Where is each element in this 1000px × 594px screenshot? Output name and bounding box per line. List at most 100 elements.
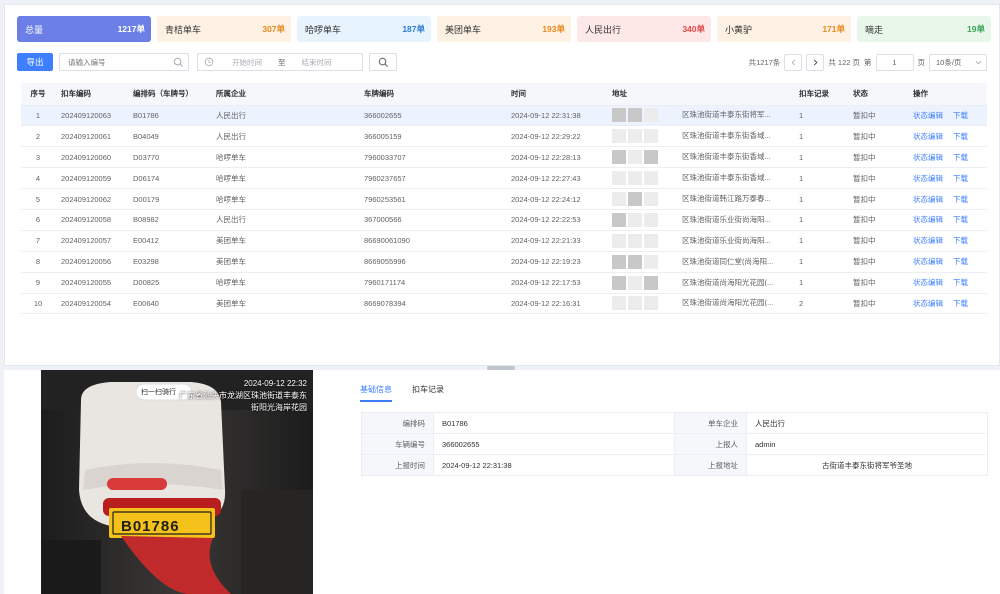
cell-no: 5 <box>21 188 55 210</box>
download-link[interactable]: 下载 <box>953 195 968 204</box>
stamp-address-line1: 广东省汕头市龙湖区珠池街道丰泰东 <box>179 391 307 400</box>
redacted-block <box>612 275 626 290</box>
redacted-block <box>628 212 642 227</box>
cell-record-count: 1 <box>793 272 847 294</box>
search-button[interactable] <box>369 53 397 71</box>
download-link[interactable]: 下载 <box>953 215 968 224</box>
cell-plate: E00412 <box>127 230 210 252</box>
cell-code: 202409120063 <box>55 105 127 127</box>
cell-plate: E00640 <box>127 293 210 315</box>
table-row[interactable]: 10 202409120054 E00640 美团单车 8669078394 2… <box>21 293 987 315</box>
cell-time: 2024-09-12 22:28:13 <box>505 146 606 169</box>
status-edit-link[interactable]: 状态编辑 <box>913 278 943 287</box>
next-page-button[interactable] <box>806 53 825 71</box>
detail-key: 上报时间 <box>361 454 434 476</box>
redacted-block <box>628 171 642 186</box>
cell-bike-code: 7960237657 <box>358 167 505 190</box>
chevron-left-icon <box>791 59 795 65</box>
stat-count: 193单 <box>542 24 565 34</box>
status-edit-link[interactable]: 状态编辑 <box>913 215 943 224</box>
cell-record-count: 1 <box>793 105 847 127</box>
status-edit-link[interactable]: 状态编辑 <box>913 195 943 204</box>
status-edit-link[interactable]: 状态编辑 <box>913 236 943 245</box>
cell-code: 202409120056 <box>55 251 127 273</box>
download-link[interactable]: 下载 <box>953 132 968 141</box>
redacted-block <box>628 129 642 144</box>
cell-actions: 状态编辑 下载 <box>907 105 987 127</box>
date-start[interactable]: 开始时间 <box>232 57 262 68</box>
table-row[interactable]: 3 202409120060 D03770 哈啰单车 7960033707 20… <box>21 146 987 169</box>
cell-time: 2024-09-12 22:16:31 <box>505 293 606 315</box>
tab-basic-info[interactable]: 基础信息 <box>360 384 392 402</box>
cell-bike-code: 7960171174 <box>358 272 505 294</box>
search-box[interactable] <box>59 53 189 71</box>
stat-card[interactable]: 小黄驴 171单 <box>717 16 851 42</box>
search-icon[interactable] <box>173 57 184 68</box>
download-link[interactable]: 下载 <box>953 111 968 120</box>
export-button[interactable]: 导出 <box>17 53 53 71</box>
page-number-input[interactable]: 1 <box>875 53 914 71</box>
address-text: 区珠池街道丰泰东街香域... <box>682 173 771 183</box>
stat-card[interactable]: 哈啰单车 187单 <box>297 16 431 42</box>
stat-count: 187单 <box>402 24 425 34</box>
status-edit-link[interactable]: 状态编辑 <box>913 299 943 308</box>
page-size-select[interactable]: 10条/页 <box>929 53 987 71</box>
table-row[interactable]: 7 202409120057 E00412 美团单车 86690061090 2… <box>21 230 987 252</box>
cell-status: 暂扣中 <box>847 293 907 315</box>
redacted-block <box>628 296 642 311</box>
cell-code: 202409120055 <box>55 272 127 294</box>
cell-bike-code: 7960033707 <box>358 146 505 169</box>
stat-card[interactable]: 美团单车 193单 <box>437 16 571 42</box>
stat-card[interactable]: 总量 1217单 <box>17 16 151 42</box>
status-edit-link[interactable]: 状态编辑 <box>913 111 943 120</box>
date-range-picker[interactable]: 开始时间 至 结束时间 <box>197 53 363 71</box>
stat-label: 总量 <box>25 24 44 35</box>
cell-plate: D06174 <box>127 167 210 190</box>
cell-actions: 状态编辑 下载 <box>907 188 987 210</box>
redacted-block <box>628 192 642 206</box>
cell-plate: E03298 <box>127 251 210 273</box>
cell-record-count: 1 <box>793 167 847 190</box>
vehicle-photo[interactable]: 2024-09-12 22:32 广东省汕头市龙湖区珠池街道丰泰东 街阳光海岸花… <box>41 370 313 594</box>
download-link[interactable]: 下载 <box>953 257 968 266</box>
column-header: 地址 <box>606 83 793 106</box>
stat-count: 340单 <box>682 24 705 34</box>
cell-company: 哈啰单车 <box>210 272 358 294</box>
download-link[interactable]: 下载 <box>953 299 968 308</box>
download-link[interactable]: 下载 <box>953 153 968 162</box>
download-link[interactable]: 下载 <box>953 174 968 183</box>
status-edit-link[interactable]: 状态编辑 <box>913 153 943 162</box>
list-panel: 总量 1217单 青桔单车 307单 哈啰单车 187单 美团单车 193单 人民出行 340单小… <box>4 4 1000 366</box>
cell-plate: B08982 <box>127 209 210 231</box>
date-end[interactable]: 结束时间 <box>302 57 332 68</box>
status-edit-link[interactable]: 状态编辑 <box>913 174 943 183</box>
table-row[interactable]: 9 202409120055 D00825 哈啰单车 7960171174 20… <box>21 272 987 294</box>
redacted-block <box>612 150 626 165</box>
status-edit-link[interactable]: 状态编辑 <box>913 132 943 141</box>
table-row[interactable]: 6 202409120058 B08982 人民出行 367000566 202… <box>21 209 987 231</box>
search-input[interactable] <box>60 54 165 70</box>
address-text: 区珠池街道尚海阳光花园(... <box>682 277 774 287</box>
cell-address: 区珠池街道乐业街尚海阳... <box>606 230 793 252</box>
table-row[interactable]: 8 202409120056 E03298 美团单车 8669055996 20… <box>21 251 987 273</box>
prev-page-button[interactable] <box>784 53 803 71</box>
plate-text: B01786 <box>121 518 180 535</box>
table-row[interactable]: 1 202409120063 B01786 人民出行 366002655 202… <box>21 105 987 127</box>
stat-card[interactable]: 人民出行 340单 <box>577 16 711 42</box>
download-link[interactable]: 下载 <box>953 278 968 287</box>
table-row[interactable]: 4 202409120059 D06174 哈啰单车 7960237657 20… <box>21 167 987 190</box>
download-link[interactable]: 下载 <box>953 236 968 245</box>
table-row[interactable]: 5 202409120062 D00179 哈啰单车 7960253561 20… <box>21 188 987 210</box>
address-text: 区珠池街道丰泰东街将军... <box>682 110 771 120</box>
tab-records[interactable]: 扣车记录 <box>412 384 444 402</box>
redacted-block <box>628 233 642 248</box>
table-row[interactable]: 2 202409120061 B04049 人民出行 366005159 202… <box>21 125 987 148</box>
detail-value: B01786 <box>433 412 675 434</box>
status-edit-link[interactable]: 状态编辑 <box>913 257 943 266</box>
address-text: 区珠池街道乐业街尚海阳... <box>682 214 771 224</box>
stat-card[interactable]: 嘀走 19单 <box>857 16 991 42</box>
cell-status: 暂扣中 <box>847 167 907 190</box>
column-header: 编排码（车牌号） <box>127 83 210 106</box>
stat-card[interactable]: 青桔单车 307单 <box>157 16 291 42</box>
cell-address: 区珠池街道丰泰东街将军... <box>606 105 793 127</box>
